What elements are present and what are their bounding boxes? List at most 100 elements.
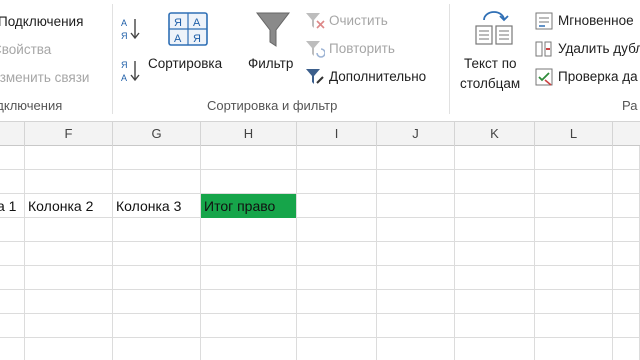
cell[interactable]	[201, 266, 297, 290]
cell[interactable]	[535, 338, 613, 360]
cell[interactable]	[377, 266, 455, 290]
column-header-i[interactable]: I	[297, 122, 377, 146]
reapply-button[interactable]: Повторить	[329, 41, 395, 56]
cell[interactable]	[0, 314, 25, 338]
sort-label[interactable]: Сортировка	[148, 56, 222, 71]
cell[interactable]	[25, 338, 113, 360]
cell[interactable]	[113, 242, 201, 266]
cell[interactable]	[455, 338, 535, 360]
cell[interactable]	[613, 242, 640, 266]
cell[interactable]	[25, 290, 113, 314]
cell[interactable]	[25, 170, 113, 194]
cell[interactable]	[0, 146, 25, 170]
column-header-f[interactable]: F	[25, 122, 113, 146]
cell[interactable]	[0, 290, 25, 314]
cell[interactable]	[25, 146, 113, 170]
cell[interactable]	[113, 266, 201, 290]
cell[interactable]	[297, 170, 377, 194]
cell[interactable]	[297, 266, 377, 290]
cell[interactable]	[535, 218, 613, 242]
cell[interactable]	[113, 218, 201, 242]
cell[interactable]	[0, 242, 25, 266]
cell[interactable]	[297, 242, 377, 266]
cell[interactable]	[201, 146, 297, 170]
cell[interactable]	[377, 242, 455, 266]
cell[interactable]	[535, 290, 613, 314]
cell[interactable]	[297, 314, 377, 338]
cell[interactable]	[613, 218, 640, 242]
data-validation-button[interactable]: Проверка да	[558, 69, 638, 84]
cell[interactable]	[25, 266, 113, 290]
cell[interactable]	[455, 266, 535, 290]
header-cell[interactable]: Колонка 2	[25, 194, 113, 218]
cell[interactable]	[0, 170, 25, 194]
column-header-j[interactable]: J	[377, 122, 455, 146]
text-to-columns-label-1[interactable]: Текст по	[464, 56, 517, 71]
column-header-g[interactable]: G	[113, 122, 201, 146]
advanced-button[interactable]: Дополнительно	[329, 69, 426, 84]
cell[interactable]	[377, 290, 455, 314]
cell[interactable]	[613, 194, 640, 218]
connections-button[interactable]: Подключения	[0, 14, 83, 29]
flash-fill-button[interactable]: Мгновенное	[558, 13, 634, 28]
column-header-h[interactable]: H	[201, 122, 297, 146]
cell[interactable]	[377, 314, 455, 338]
column-header-k[interactable]: K	[455, 122, 535, 146]
filter-label[interactable]: Фильтр	[248, 56, 293, 71]
cell[interactable]	[455, 218, 535, 242]
text-to-columns-button[interactable]	[474, 10, 514, 49]
cell[interactable]	[455, 146, 535, 170]
sort-a-z-button[interactable]: А Я	[120, 16, 142, 45]
sort-button[interactable]: Я А А Я	[166, 12, 210, 49]
column-header-e[interactable]	[0, 122, 25, 146]
cell[interactable]	[535, 170, 613, 194]
column-header-m[interactable]	[613, 122, 640, 146]
cell[interactable]	[297, 194, 377, 218]
column-header-l[interactable]: L	[535, 122, 613, 146]
cell[interactable]	[201, 170, 297, 194]
cell[interactable]	[377, 218, 455, 242]
cell[interactable]	[377, 194, 455, 218]
cell[interactable]	[613, 290, 640, 314]
filter-button[interactable]	[255, 10, 291, 53]
cell[interactable]	[201, 290, 297, 314]
clear-button[interactable]: Очистить	[329, 13, 388, 28]
cell[interactable]	[613, 146, 640, 170]
cell[interactable]	[113, 290, 201, 314]
cell[interactable]	[297, 218, 377, 242]
highlighted-total-cell[interactable]: Итог право	[201, 194, 297, 218]
cell[interactable]	[113, 314, 201, 338]
remove-duplicates-button[interactable]: Удалить дубл	[558, 41, 640, 56]
cell[interactable]	[613, 266, 640, 290]
cell[interactable]	[455, 314, 535, 338]
cell[interactable]	[201, 338, 297, 360]
cell[interactable]	[113, 146, 201, 170]
cell[interactable]	[455, 170, 535, 194]
cell[interactable]	[201, 314, 297, 338]
cell[interactable]	[455, 290, 535, 314]
cell[interactable]	[113, 170, 201, 194]
cell[interactable]	[535, 314, 613, 338]
cell[interactable]	[113, 338, 201, 360]
cell[interactable]	[613, 338, 640, 360]
cell[interactable]	[377, 170, 455, 194]
cell[interactable]	[297, 290, 377, 314]
header-cell[interactable]: Колонка 3	[113, 194, 201, 218]
cell[interactable]	[201, 242, 297, 266]
cell[interactable]	[535, 146, 613, 170]
cell[interactable]	[535, 266, 613, 290]
cell[interactable]	[613, 314, 640, 338]
cell[interactable]	[455, 194, 535, 218]
cell[interactable]	[25, 218, 113, 242]
edit-links-button[interactable]: Изменить связи	[0, 70, 89, 85]
cell[interactable]	[25, 242, 113, 266]
sort-z-a-button[interactable]: Я А	[120, 58, 142, 87]
cell[interactable]	[377, 146, 455, 170]
text-to-columns-label-2[interactable]: столбцам	[460, 76, 520, 91]
cell[interactable]	[297, 146, 377, 170]
cell[interactable]	[0, 338, 25, 360]
header-cell[interactable]: а 1	[0, 194, 25, 218]
worksheet-grid[interactable]: F G H I J K L а 1 Колонка 2 Колонка 3 Итог …	[0, 122, 640, 360]
cell[interactable]	[0, 218, 25, 242]
cell[interactable]	[613, 170, 640, 194]
